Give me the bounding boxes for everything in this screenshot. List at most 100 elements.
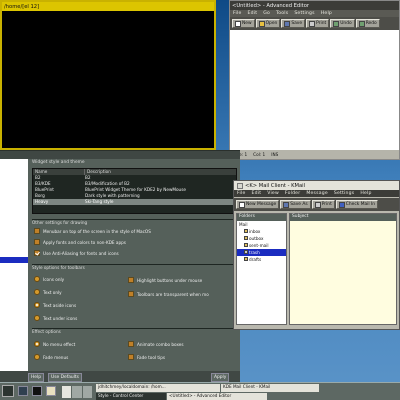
effect-options-header: Effect options [32, 329, 61, 334]
folders-header[interactable]: Folders [237, 214, 286, 221]
editor-menu-settings[interactable]: Settings [291, 11, 317, 16]
option-transparent-toolbars[interactable]: Toolbars are transparent when mo [128, 291, 209, 297]
option-apply-fonts[interactable]: Apply fonts and colors to non-KDE apps [34, 239, 126, 245]
task-kmail[interactable]: KDE Mail Client - KMail [221, 384, 319, 392]
new-icon [235, 20, 241, 27]
new-message-button[interactable]: New Message [236, 200, 280, 209]
undo-button[interactable]: Undo [330, 19, 355, 28]
kmail-menu-message[interactable]: Message [303, 191, 331, 196]
editor-statusbar: Line: 1 Col: 1 INS [230, 150, 399, 159]
control-center-buttonbar: Help Use Defaults Apply [0, 371, 240, 382]
editor-menu-file[interactable]: File [230, 11, 245, 16]
kmail-menubar: File Edit View Folder Message Settings H… [234, 190, 399, 197]
folder-inbox[interactable]: inbox [237, 228, 286, 235]
folder-outbox[interactable]: outbox [237, 235, 286, 242]
save-as-button[interactable]: Save As [280, 200, 311, 209]
kmail-menu-settings[interactable]: Settings [331, 191, 357, 196]
checkbox-icon [34, 239, 40, 245]
terminal-title: /home/[el 12] [4, 3, 40, 10]
subject-column-header[interactable]: Subject [290, 214, 396, 221]
folder-trash[interactable]: trash [237, 249, 286, 256]
radio-selected-icon [34, 341, 40, 347]
folder-pane: Folders Mail inbox outbox sent-mail tras… [236, 213, 287, 325]
check-mail-button[interactable]: Check Mail In [335, 200, 379, 209]
desktop-1[interactable] [62, 386, 72, 398]
editor-titlebar[interactable]: <Untitled> - Advanced Editor [230, 1, 399, 10]
kmail-toolbar: New Message Save As Print Check Mail In [234, 198, 399, 211]
show-desktop-icon[interactable] [18, 386, 28, 396]
radio-no-menu-effect[interactable]: No menu effect [34, 341, 75, 347]
editor-menu-go[interactable]: Go [260, 11, 273, 16]
kmail-menu-edit[interactable]: Edit [249, 191, 265, 196]
effect-options-group: Effect options [32, 328, 237, 368]
module-tree[interactable] [0, 159, 28, 371]
apply-button[interactable]: Apply [210, 372, 230, 382]
status-mode: INS [271, 152, 279, 157]
option-fade-tooltips[interactable]: Fade tool tips [128, 354, 165, 360]
task-control-center[interactable]: Style - Control Center [96, 393, 166, 400]
new-button[interactable]: New [232, 19, 255, 28]
kmail-titlebar[interactable]: <K> Mail Client - KMail [234, 181, 399, 190]
terminal-window: /home/[el 12] [0, 0, 216, 150]
open-button[interactable]: Open [255, 19, 281, 28]
folder-icon [244, 229, 248, 233]
editor-text-area[interactable] [231, 31, 398, 149]
control-center-window: Widget style and theme Name Description … [0, 150, 240, 382]
radio-selected-icon [34, 302, 40, 308]
editor-menu-edit[interactable]: Edit [245, 11, 261, 16]
window-menu-icon[interactable] [237, 182, 243, 189]
folder-drafts[interactable]: drafts [237, 256, 286, 263]
kmail-menu-folder[interactable]: Folder [282, 191, 303, 196]
radio-text-under-icons[interactable]: Text under icons [34, 315, 77, 321]
taskbar: jdhitchmey/localdomain: /hom... KDE Mail… [0, 382, 400, 400]
editor-launcher-icon[interactable] [46, 386, 56, 396]
option-macos-menubar[interactable]: Menubar on top of the screen in the styl… [34, 228, 151, 234]
module-tree-selected-item[interactable] [0, 257, 28, 263]
radio-text-aside-icons[interactable]: Text aside icons [34, 302, 76, 308]
folder-sent-mail[interactable]: sent-mail [237, 242, 286, 249]
help-button[interactable]: Help [28, 372, 45, 382]
redo-button[interactable]: Redo [355, 19, 380, 28]
style-row-selected[interactable]: Heavy Ski-Tang style [33, 199, 236, 205]
radio-icon [34, 276, 40, 282]
control-center-titlebar[interactable] [0, 151, 240, 159]
kmail-menu-file[interactable]: File [234, 191, 249, 196]
other-settings-header: Other settings for drawing [32, 220, 88, 225]
use-defaults-button[interactable]: Use Defaults [48, 372, 82, 382]
save-button[interactable]: Save [281, 19, 306, 28]
desktop-3[interactable] [82, 386, 92, 398]
radio-text-only[interactable]: Text only [34, 289, 62, 295]
kmail-window: <K> Mail Client - KMail File Edit View F… [233, 180, 400, 330]
kmail-menu-view[interactable]: View [264, 191, 282, 196]
editor-menu-tools[interactable]: Tools [273, 11, 291, 16]
kmail-title: <K> Mail Client - KMail [245, 182, 306, 189]
editor-menubar: File Edit Go Tools Settings Help [230, 10, 399, 17]
pager[interactable] [62, 386, 92, 398]
radio-fade-menus[interactable]: Fade menus [34, 354, 68, 360]
message-list[interactable]: Subject [289, 213, 397, 325]
task-editor[interactable]: <Untitled> - Advanced Editor [167, 393, 267, 400]
kmail-menu-help[interactable]: Help [357, 191, 374, 196]
checkbox-icon [128, 277, 134, 283]
print-mail-button[interactable]: Print [311, 200, 335, 209]
print-icon [309, 20, 316, 27]
trash-icon [244, 250, 248, 254]
option-animate-combo[interactable]: Animate combo boxes [128, 341, 184, 347]
folder-icon [244, 236, 248, 240]
print-button[interactable]: Print [306, 19, 330, 28]
save-icon [283, 201, 290, 208]
editor-menu-help[interactable]: Help [318, 11, 335, 16]
style-list[interactable]: Name Description B2 B2 B3/KDE B3/Modificat… [32, 168, 237, 214]
checkbox-icon [128, 291, 134, 297]
editor-toolbar: New Open Save Print Undo Redo [230, 17, 399, 30]
folder-root[interactable]: Mail [237, 221, 286, 228]
radio-icons-only[interactable]: Icons only [34, 276, 64, 282]
terminal-titlebar[interactable]: /home/[el 12] [2, 2, 214, 11]
task-terminal[interactable]: jdhitchmey/localdomain: /hom... [96, 384, 220, 392]
kde-menu-button[interactable] [2, 385, 14, 397]
desktop-2[interactable] [72, 386, 82, 398]
editor-title: <Untitled> - Advanced Editor [232, 2, 310, 9]
option-highlight-buttons[interactable]: Highlight buttons under mouse [128, 277, 202, 283]
option-anti-aliasing[interactable]: Use Anti-Aliasing for fonts and icons [34, 250, 119, 256]
terminal-launcher-icon[interactable] [32, 386, 42, 396]
